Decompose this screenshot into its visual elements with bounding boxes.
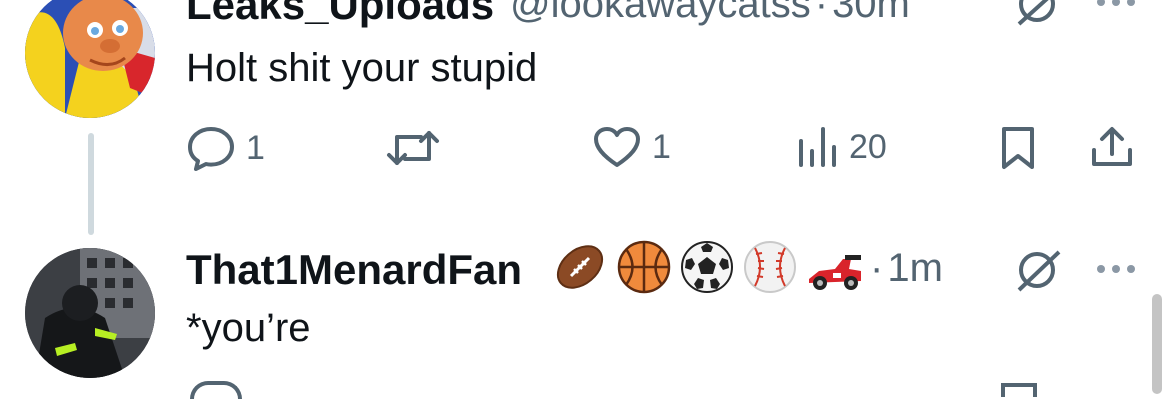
reply-icon[interactable] xyxy=(190,381,242,399)
action-bar-partial xyxy=(186,380,1170,399)
tweet-text: *you’re xyxy=(186,306,311,350)
reply-button[interactable]: 1 xyxy=(186,125,265,171)
repost-button[interactable] xyxy=(385,127,441,169)
tweet-time[interactable]: 1m xyxy=(887,246,943,290)
more-options-icon[interactable] xyxy=(1095,0,1137,8)
reply-count: 1 xyxy=(246,128,265,167)
soccer-ball-emoji xyxy=(680,240,734,294)
display-name[interactable]: Leaks_Uploads xyxy=(186,0,494,29)
grok-icon[interactable] xyxy=(1015,0,1063,26)
tweet-text: Holt shit your stupid xyxy=(186,46,538,90)
avatar-that1menardfan[interactable] xyxy=(25,248,155,378)
avatar-leaks-uploads[interactable] xyxy=(25,0,155,118)
tweet-meta[interactable]: · 1m xyxy=(870,246,943,291)
analytics-icon xyxy=(795,125,839,169)
tweet-time[interactable]: 30m xyxy=(832,0,910,26)
baseball-emoji xyxy=(743,240,797,294)
display-name[interactable]: That1MenardFan xyxy=(186,246,522,294)
racing-car-emoji xyxy=(805,245,865,299)
like-button[interactable]: 1 xyxy=(592,125,671,169)
like-count: 1 xyxy=(652,127,671,166)
share-icon[interactable] xyxy=(1090,124,1134,168)
time-separator: · xyxy=(814,0,829,26)
bookmark-icon[interactable] xyxy=(1001,383,1037,397)
basketball-emoji xyxy=(617,240,671,294)
grok-icon[interactable] xyxy=(1015,250,1063,292)
user-handle[interactable]: @lookawaycatss · 30m xyxy=(510,0,910,27)
more-options-icon[interactable] xyxy=(1095,263,1137,275)
views-button[interactable]: 20 xyxy=(795,125,887,169)
reply-icon xyxy=(186,125,236,171)
bookmark-icon[interactable] xyxy=(1000,125,1036,171)
american-football-emoji xyxy=(553,240,607,294)
time-separator: · xyxy=(870,246,884,290)
thread-connector-line xyxy=(88,133,94,235)
heart-icon xyxy=(592,125,642,169)
scrollbar[interactable] xyxy=(1152,294,1162,394)
repost-icon xyxy=(385,127,441,169)
view-count: 20 xyxy=(849,127,887,166)
